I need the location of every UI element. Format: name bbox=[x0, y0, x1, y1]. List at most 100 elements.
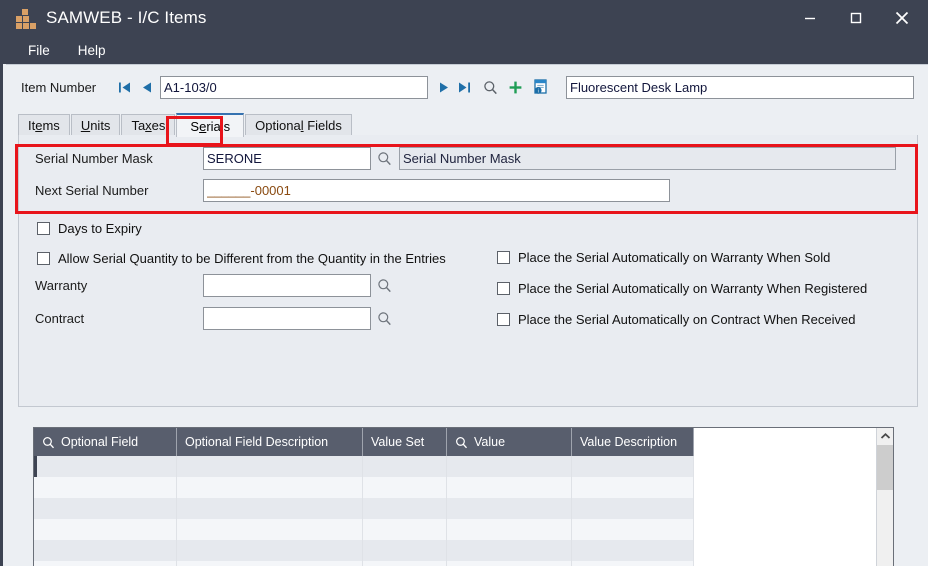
close-button[interactable] bbox=[879, 0, 925, 36]
sage-blocks-icon bbox=[16, 9, 36, 29]
table-row[interactable] bbox=[34, 519, 893, 540]
menu-item-file[interactable]: File bbox=[17, 41, 61, 60]
tab-serials[interactable]: Serials bbox=[176, 113, 245, 137]
tab-taxes-label: Taxes bbox=[131, 118, 166, 133]
grid-column-value-set[interactable]: Value Set bbox=[363, 428, 447, 456]
record-navigation bbox=[117, 78, 154, 96]
checkbox-box-warranty-when-sold[interactable] bbox=[497, 250, 510, 264]
search-icon bbox=[455, 436, 468, 449]
warranty-label: Warranty bbox=[35, 278, 88, 293]
grid-column-value-set-label: Value Set bbox=[371, 435, 425, 449]
next-serial-number-row: Next Serial Number bbox=[35, 179, 670, 202]
search-icon bbox=[42, 436, 55, 449]
add-new-icon[interactable] bbox=[507, 78, 524, 97]
warranty-finder-icon[interactable] bbox=[375, 276, 394, 295]
tab-units-label: Units bbox=[80, 118, 111, 133]
grid-column-optional-field-label: Optional Field bbox=[61, 435, 139, 449]
close-icon bbox=[893, 9, 911, 27]
scrollbar-track[interactable] bbox=[877, 490, 893, 566]
chevron-up-icon bbox=[880, 428, 891, 446]
checkbox-warranty-when-registered[interactable]: Place the Serial Automatically on Warran… bbox=[497, 279, 867, 297]
warranty-row: Warranty bbox=[35, 274, 394, 297]
document-info-icon[interactable]: i bbox=[532, 78, 549, 97]
checkbox-allow-serial-qty-different[interactable]: Allow Serial Quantity to be Different fr… bbox=[37, 249, 446, 267]
maximize-button[interactable] bbox=[833, 0, 879, 36]
next-serial-number-input[interactable] bbox=[203, 179, 670, 202]
menu-item-help[interactable]: Help bbox=[67, 41, 117, 60]
contract-row: Contract bbox=[35, 307, 394, 330]
checkbox-contract-when-received[interactable]: Place the Serial Automatically on Contra… bbox=[497, 310, 855, 328]
item-description-input[interactable] bbox=[566, 75, 914, 99]
checkbox-label-warranty-when-registered: Place the Serial Automatically on Warran… bbox=[518, 280, 868, 296]
grid-row-selector bbox=[34, 456, 37, 477]
table-row[interactable] bbox=[34, 498, 893, 519]
first-record-icon[interactable] bbox=[117, 78, 133, 96]
serial-number-mask-finder-icon[interactable] bbox=[375, 149, 394, 168]
grid-column-value-description[interactable]: Value Description bbox=[572, 428, 694, 456]
contract-input[interactable] bbox=[203, 307, 371, 330]
checkbox-box-days-to-expiry[interactable] bbox=[37, 221, 50, 235]
application-window: SAMWEB - I/C Items File Help Item Number… bbox=[0, 0, 928, 566]
previous-record-icon[interactable] bbox=[138, 78, 154, 96]
screenshot-root: SAMWEB - I/C Items File Help Item Number… bbox=[0, 0, 928, 566]
tab-optional-fields[interactable]: Optional Fields bbox=[245, 114, 352, 136]
search-icon[interactable] bbox=[482, 78, 499, 97]
scrollbar-thumb[interactable] bbox=[877, 445, 893, 490]
table-row[interactable] bbox=[34, 477, 893, 498]
next-serial-number-label: Next Serial Number bbox=[35, 183, 149, 198]
serial-number-mask-row: Serial Number Mask bbox=[35, 147, 896, 170]
grid-column-value-description-label: Value Description bbox=[580, 435, 678, 449]
tab-optional-fields-label: Optional Fields bbox=[255, 118, 342, 133]
svg-text:i: i bbox=[538, 89, 539, 95]
next-record-icon[interactable] bbox=[436, 78, 452, 96]
table-row[interactable] bbox=[34, 540, 893, 561]
grid-column-value[interactable]: Value bbox=[447, 428, 572, 456]
grid-column-blank bbox=[694, 428, 878, 456]
window-controls bbox=[787, 0, 925, 36]
header-tools: i bbox=[482, 78, 549, 97]
title-bar: SAMWEB - I/C Items bbox=[3, 0, 925, 36]
record-navigation-forward bbox=[436, 78, 473, 96]
checkbox-label-contract-when-received: Place the Serial Automatically on Contra… bbox=[518, 311, 856, 327]
checkbox-days-to-expiry[interactable]: Days to Expiry bbox=[37, 219, 142, 237]
scroll-up-button[interactable] bbox=[877, 428, 893, 445]
tab-strip: Items Units Taxes Serials Optional Field… bbox=[18, 112, 918, 137]
checkbox-box-allow-serial-qty-different[interactable] bbox=[37, 251, 50, 265]
client-area: Item Number A1-103/0 i Fluorescent Desk … bbox=[6, 64, 928, 566]
table-row[interactable] bbox=[34, 561, 893, 566]
serial-number-mask-input[interactable] bbox=[203, 147, 371, 170]
grid-column-optional-field-description-label: Optional Field Description bbox=[185, 435, 329, 449]
tab-units[interactable]: Units bbox=[70, 114, 121, 136]
item-header-row: Item Number A1-103/0 i Fluorescent Desk … bbox=[6, 65, 928, 109]
grid-header-row: Optional Field Optional Field Descriptio… bbox=[34, 428, 893, 456]
grid-body[interactable] bbox=[34, 456, 893, 566]
minimize-icon bbox=[803, 11, 817, 25]
tab-serials-label: Serials bbox=[190, 118, 231, 134]
warranty-input[interactable] bbox=[203, 274, 371, 297]
menu-bar: File Help bbox=[3, 36, 925, 64]
minimize-button[interactable] bbox=[787, 0, 833, 36]
grid-column-optional-field-description[interactable]: Optional Field Description bbox=[177, 428, 363, 456]
optional-fields-grid[interactable]: Optional Field Optional Field Descriptio… bbox=[33, 427, 894, 566]
maximize-icon bbox=[849, 11, 863, 25]
contract-label: Contract bbox=[35, 311, 85, 326]
checkbox-warranty-when-sold[interactable]: Place the Serial Automatically on Warran… bbox=[497, 248, 830, 266]
tab-taxes[interactable]: Taxes bbox=[121, 114, 176, 136]
item-number-input[interactable] bbox=[160, 75, 428, 99]
grid-column-optional-field[interactable]: Optional Field bbox=[34, 428, 177, 456]
serial-number-mask-label: Serial Number Mask bbox=[35, 151, 153, 166]
serials-tab-panel: Serial Number Mask Next Serial Number Da… bbox=[18, 135, 918, 407]
checkbox-box-warranty-when-registered[interactable] bbox=[497, 281, 510, 295]
checkbox-label-days-to-expiry: Days to Expiry bbox=[58, 220, 142, 236]
checkbox-label-allow-serial-qty-different: Allow Serial Quantity to be Different fr… bbox=[58, 250, 446, 266]
checkbox-box-contract-when-received[interactable] bbox=[497, 312, 510, 326]
tab-items-label: Items bbox=[28, 118, 60, 133]
serial-number-mask-description bbox=[399, 147, 896, 170]
grid-vertical-scrollbar[interactable] bbox=[876, 428, 893, 566]
tab-items[interactable]: Items bbox=[18, 114, 70, 136]
last-record-icon[interactable] bbox=[457, 78, 473, 96]
table-row[interactable] bbox=[34, 456, 893, 477]
item-number-label: Item Number bbox=[21, 79, 97, 95]
checkbox-label-warranty-when-sold: Place the Serial Automatically on Warran… bbox=[518, 249, 831, 265]
contract-finder-icon[interactable] bbox=[375, 309, 394, 328]
